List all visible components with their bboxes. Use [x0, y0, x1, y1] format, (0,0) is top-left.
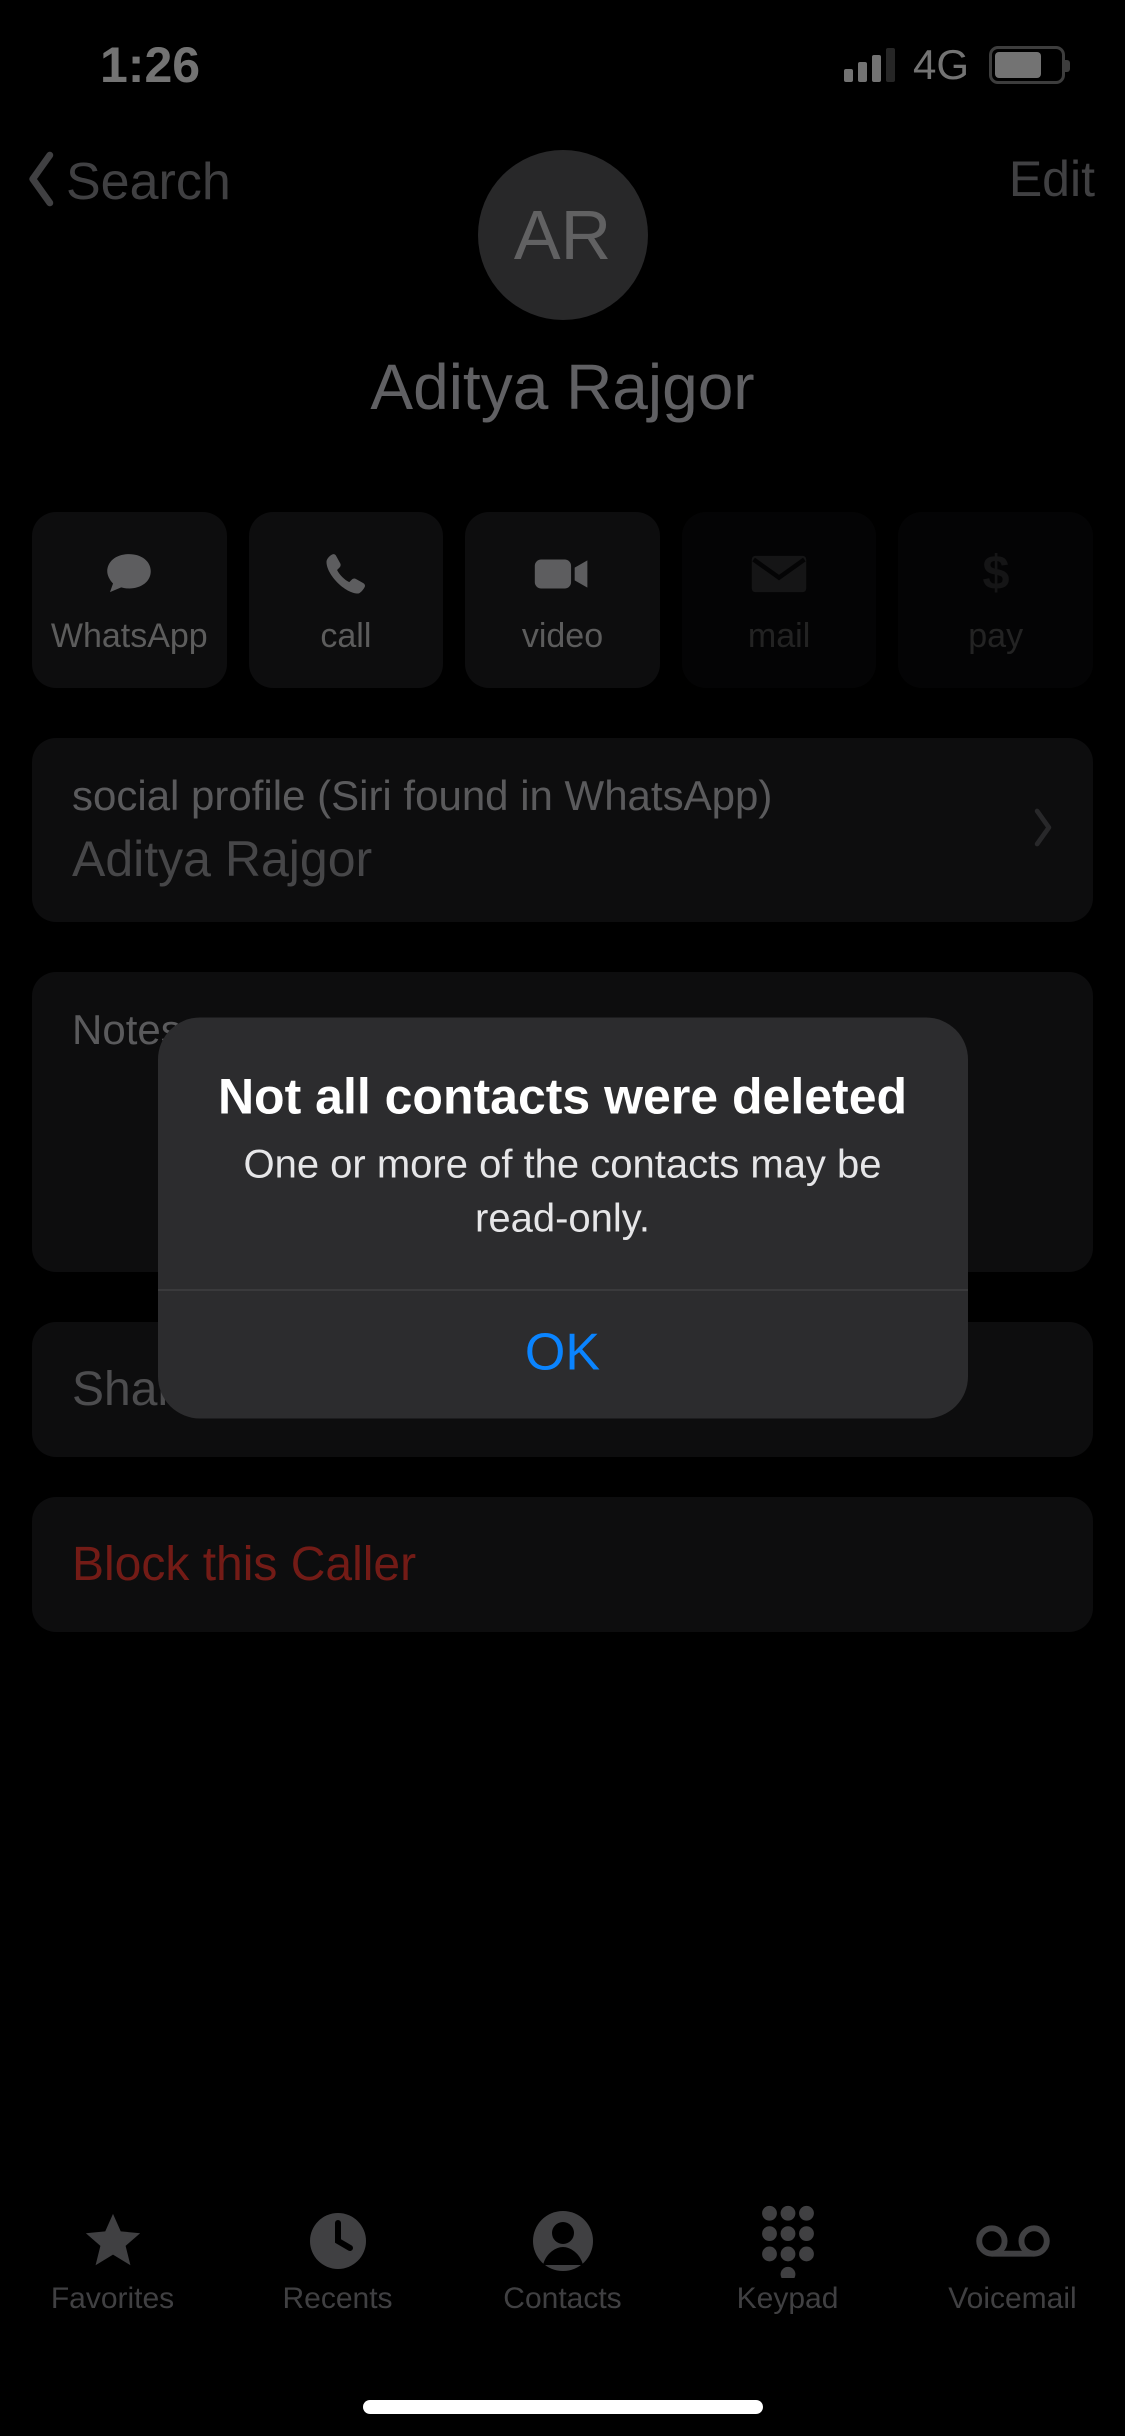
tab-label: Voicemail: [948, 2282, 1076, 2316]
pay-button: $ pay: [898, 512, 1093, 688]
back-label: Search: [66, 152, 231, 212]
svg-text:$: $: [982, 546, 1009, 600]
alert-title: Not all contacts were deleted: [206, 1068, 920, 1126]
action-row: WhatsApp call video mail $ pay: [0, 512, 1125, 688]
social-profile-card[interactable]: social profile (Siri found in WhatsApp) …: [32, 738, 1093, 922]
alert-message: One or more of the contacts may be read-…: [206, 1138, 920, 1246]
tab-label: Keypad: [737, 2282, 839, 2316]
clock-icon: [300, 2210, 376, 2272]
message-icon: [100, 545, 158, 603]
battery-icon: [989, 46, 1065, 84]
social-profile-title: social profile (Siri found in WhatsApp): [72, 772, 1053, 820]
tab-label: Contacts: [503, 2282, 621, 2316]
tab-label: Favorites: [51, 2282, 174, 2316]
chevron-left-icon: [24, 150, 62, 213]
back-button[interactable]: Search: [24, 150, 231, 213]
contact-name: Aditya Rajgor: [370, 350, 754, 424]
action-label: mail: [748, 617, 810, 656]
alert-ok-button[interactable]: OK: [158, 1291, 968, 1419]
tab-label: Recents: [282, 2282, 392, 2316]
status-time: 1:26: [100, 36, 200, 94]
action-label: WhatsApp: [51, 617, 208, 656]
video-icon: [533, 545, 591, 603]
status-bar: 1:26 4G: [0, 0, 1125, 130]
voicemail-icon: [975, 2210, 1051, 2272]
mail-icon: [750, 545, 808, 603]
keypad-icon: [750, 2210, 826, 2272]
contact-icon: [525, 2210, 601, 2272]
tab-favorites[interactable]: Favorites: [0, 2210, 225, 2316]
tab-keypad[interactable]: Keypad: [675, 2210, 900, 2316]
alert-dialog: Not all contacts were deleted One or mor…: [158, 1018, 968, 1419]
avatar[interactable]: AR: [478, 150, 648, 320]
network-type: 4G: [913, 41, 969, 89]
star-icon: [75, 2210, 151, 2272]
home-indicator[interactable]: [363, 2400, 763, 2414]
video-button[interactable]: video: [465, 512, 660, 688]
tab-bar: Favorites Recents Contacts Key: [0, 2186, 1125, 2436]
signal-icon: [844, 48, 895, 82]
edit-button[interactable]: Edit: [1009, 150, 1095, 208]
chevron-right-icon: [1031, 808, 1055, 853]
action-label: video: [522, 617, 603, 656]
status-right: 4G: [844, 41, 1065, 89]
tab-recents[interactable]: Recents: [225, 2210, 450, 2316]
mail-button: mail: [682, 512, 877, 688]
tab-contacts[interactable]: Contacts: [450, 2210, 675, 2316]
whatsapp-button[interactable]: WhatsApp: [32, 512, 227, 688]
dollar-icon: $: [967, 545, 1025, 603]
tab-voicemail[interactable]: Voicemail: [900, 2210, 1125, 2316]
call-button[interactable]: call: [249, 512, 444, 688]
block-caller-label: Block this Caller: [72, 1537, 1053, 1592]
block-caller-button[interactable]: Block this Caller: [32, 1497, 1093, 1632]
phone-icon: [317, 545, 375, 603]
action-label: pay: [968, 617, 1023, 656]
action-label: call: [320, 617, 371, 656]
social-profile-value: Aditya Rajgor: [72, 830, 1053, 888]
alert-body: Not all contacts were deleted One or mor…: [158, 1018, 968, 1290]
